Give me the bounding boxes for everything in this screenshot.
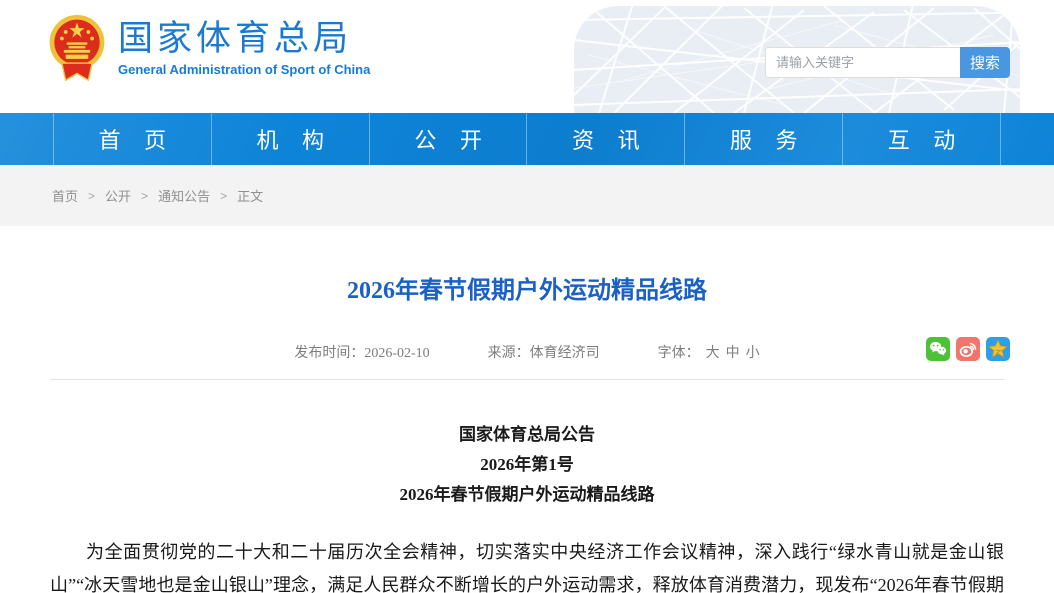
article-meta: 发布时间：2026-02-10 来源：体育经济司 字体： 大中小 xyxy=(50,339,1004,365)
qzone-share-icon[interactable] xyxy=(986,337,1010,361)
breadcrumb-current: 正文 xyxy=(237,186,263,205)
main-nav: 首 页 机 构 公 开 资 讯 服 务 互 动 xyxy=(0,113,1054,165)
page: 国家体育总局 General Administration of Sport o… xyxy=(0,0,1054,593)
search-input[interactable] xyxy=(765,47,960,78)
font-size-control: 字体： 大中小 xyxy=(658,342,760,362)
font-size-large[interactable]: 大 xyxy=(706,346,720,361)
site-logo[interactable]: 国家体育总局 General Administration of Sport o… xyxy=(48,14,370,82)
font-size-label: 字体： xyxy=(658,346,700,361)
publish-date: 发布时间：2026-02-10 xyxy=(294,342,429,362)
breadcrumb-home[interactable]: 首页 xyxy=(52,186,78,205)
announcement-number: 2026年第1号 xyxy=(50,450,1004,480)
font-size-small[interactable]: 小 xyxy=(746,346,760,361)
meta-divider xyxy=(50,379,1004,380)
logo-text: 国家体育总局 General Administration of Sport o… xyxy=(118,19,370,76)
breadcrumb-notices[interactable]: 通知公告 xyxy=(158,186,210,205)
nav-item-disclosure[interactable]: 公 开 xyxy=(369,113,527,165)
article-source: 来源：体育经济司 xyxy=(488,342,600,362)
breadcrumb: 首页 > 公开 > 通知公告 > 正文 xyxy=(0,186,263,205)
article: 2026年春节假期户外运动精品线路 发布时间：2026-02-10 来源：体育经… xyxy=(0,270,1054,593)
site-header: 国家体育总局 General Administration of Sport o… xyxy=(0,0,1054,113)
announcement-title: 国家体育总局公告 xyxy=(50,420,1004,450)
breadcrumb-band: 首页 > 公开 > 通知公告 > 正文 xyxy=(0,165,1054,226)
breadcrumb-disclosure[interactable]: 公开 xyxy=(105,186,131,205)
breadcrumb-separator: > xyxy=(88,189,95,203)
announcement-subject: 2026年春节假期户外运动精品线路 xyxy=(50,480,1004,510)
site-name-en: General Administration of Sport of China xyxy=(118,62,370,77)
nav-item-interaction[interactable]: 互 动 xyxy=(842,113,1001,165)
source-label: 来源： xyxy=(488,346,530,361)
source-value: 体育经济司 xyxy=(530,346,600,361)
article-paragraph: 为全面贯彻党的二十大和二十届历次全会精神，切实落实中央经济工作会议精神，深入践行… xyxy=(50,536,1004,593)
weibo-share-icon[interactable] xyxy=(956,337,980,361)
breadcrumb-separator: > xyxy=(141,189,148,203)
breadcrumb-separator: > xyxy=(220,189,227,203)
page-title: 2026年春节假期户外运动精品线路 xyxy=(50,270,1004,305)
share-icons xyxy=(926,337,1010,361)
nav-item-home[interactable]: 首 页 xyxy=(53,113,211,165)
nav-item-services[interactable]: 服 务 xyxy=(684,113,842,165)
wechat-share-icon[interactable] xyxy=(926,337,950,361)
font-size-medium[interactable]: 中 xyxy=(726,346,740,361)
publish-date-label: 发布时间： xyxy=(294,346,364,361)
nav-item-news[interactable]: 资 讯 xyxy=(526,113,684,165)
nav-item-agencies[interactable]: 机 构 xyxy=(211,113,369,165)
body-headings: 国家体育总局公告 2026年第1号 2026年春节假期户外运动精品线路 xyxy=(50,420,1004,510)
publish-date-value: 2026-02-10 xyxy=(364,346,429,361)
search-box: 搜索 xyxy=(765,47,1010,78)
national-emblem-icon xyxy=(48,14,106,82)
search-button[interactable]: 搜索 xyxy=(960,47,1010,78)
site-name-zh: 国家体育总局 xyxy=(118,19,370,59)
